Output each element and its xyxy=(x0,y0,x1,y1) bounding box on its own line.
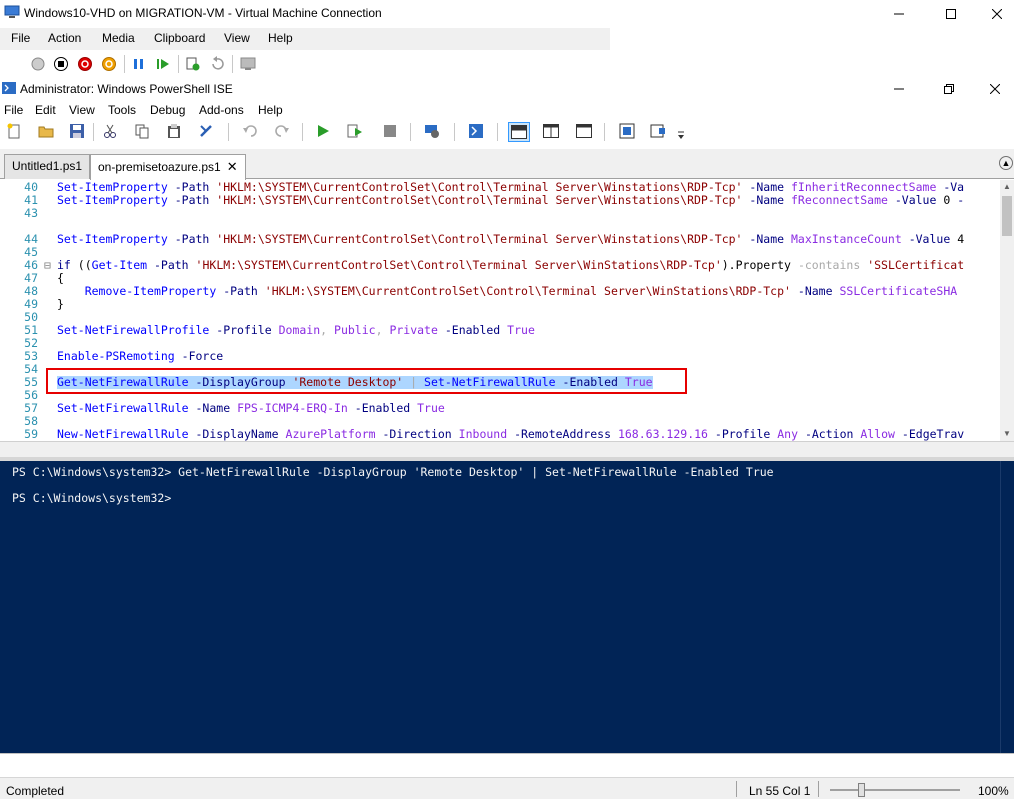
power-icon[interactable] xyxy=(101,56,117,72)
tab-close-icon[interactable]: ✕ xyxy=(227,159,238,174)
ise-menu-tools[interactable]: Tools xyxy=(108,103,136,117)
vm-menu-file[interactable]: File xyxy=(11,31,30,45)
vm-connection-icon xyxy=(4,5,20,19)
vm-close-button[interactable] xyxy=(974,0,1014,28)
copy-icon[interactable] xyxy=(134,123,150,139)
zoom-level: 100% xyxy=(978,784,1009,798)
remote-powershell-tab-icon[interactable] xyxy=(424,123,440,139)
show-script-pane-right-icon[interactable] xyxy=(543,123,559,139)
annotation-highlight-box xyxy=(46,368,687,394)
tab-label: Untitled1.ps1 xyxy=(12,159,83,173)
powershell-ise-icon xyxy=(2,81,16,95)
ise-menu-view[interactable]: View xyxy=(69,103,95,117)
scroll-up-icon[interactable]: ▲ xyxy=(1000,180,1014,194)
ise-title-bar: Administrator: Windows PowerShell ISE xyxy=(0,78,1014,100)
turn-off-icon[interactable] xyxy=(53,56,69,72)
ise-menu-debug[interactable]: Debug xyxy=(150,103,185,117)
tab-on-premisetoazure[interactable]: on-premisetoazure.ps1 ✕ xyxy=(90,154,246,180)
cursor-position: Ln 55 Col 1 xyxy=(749,784,811,798)
console-scrollbar[interactable] xyxy=(1000,461,1014,753)
undo-icon[interactable] xyxy=(242,123,258,139)
scroll-down-icon[interactable]: ▼ xyxy=(1000,427,1014,441)
redo-icon[interactable] xyxy=(274,123,290,139)
script-editor[interactable]: 40 Set-ItemProperty -Path 'HKLM:\SYSTEM\C… xyxy=(0,180,1000,441)
checkpoint-icon[interactable] xyxy=(185,56,201,72)
run-script-icon[interactable] xyxy=(315,123,331,139)
ise-toolbar xyxy=(0,119,1014,145)
script-tab-bar: Untitled1.ps1 on-premisetoazure.ps1 ✕ ▲ xyxy=(0,149,1014,180)
zoom-slider-thumb[interactable] xyxy=(858,783,865,797)
status-text: Completed xyxy=(6,784,65,798)
zoom-slider-track[interactable] xyxy=(830,789,960,791)
run-selection-icon[interactable] xyxy=(347,123,363,139)
ise-minimize-button[interactable] xyxy=(876,78,922,100)
vm-menu-view[interactable]: View xyxy=(224,31,250,45)
ise-close-button[interactable] xyxy=(972,78,1014,100)
vm-menu-clipboard[interactable]: Clipboard xyxy=(154,31,205,45)
revert-icon[interactable] xyxy=(209,56,225,72)
vm-title-bar: Windows10-VHD on MIGRATION-VM - Virtual … xyxy=(0,0,1014,28)
editor-vertical-scrollbar[interactable]: ▲ ▼ xyxy=(1000,180,1014,441)
console-line: PS C:\Windows\system32> Get-NetFirewallR… xyxy=(12,465,774,479)
console-pane[interactable]: PS C:\Windows\system32> Get-NetFirewallR… xyxy=(0,461,1000,753)
pause-icon[interactable] xyxy=(131,56,147,72)
vm-menu-help[interactable]: Help xyxy=(268,31,293,45)
vm-toolbar xyxy=(0,50,1014,78)
show-script-pane-top-icon[interactable] xyxy=(508,122,530,142)
toolbar-overflow-icon[interactable] xyxy=(676,127,686,143)
vm-maximize-button[interactable] xyxy=(928,0,974,28)
show-command-window-icon[interactable] xyxy=(619,123,635,139)
editor-horizontal-scrollbar[interactable] xyxy=(0,441,1014,457)
vm-menu-bar: File Action Media Clipboard View Help xyxy=(0,28,610,50)
collapse-script-pane-icon[interactable]: ▲ xyxy=(999,156,1013,170)
start-icon[interactable] xyxy=(155,56,171,72)
shutdown-icon[interactable] xyxy=(77,56,93,72)
console-input-strip xyxy=(0,753,1014,777)
show-script-pane-maximized-icon[interactable] xyxy=(576,123,592,139)
ise-restore-button[interactable] xyxy=(926,78,972,100)
clear-console-icon[interactable] xyxy=(198,123,214,139)
console-prompt: PS C:\Windows\system32> xyxy=(12,491,172,505)
tab-label: on-premisetoazure.ps1 xyxy=(98,160,221,174)
start-powershell-icon[interactable] xyxy=(468,123,484,139)
ise-menu-help[interactable]: Help xyxy=(258,103,283,117)
ise-menu-addons[interactable]: Add-ons xyxy=(199,103,244,117)
status-bar: Completed Ln 55 Col 1 100% xyxy=(0,777,1014,799)
enhanced-session-icon[interactable] xyxy=(240,56,256,72)
stop-operation-icon[interactable] xyxy=(382,123,398,139)
open-folder-icon[interactable] xyxy=(38,123,54,139)
save-icon[interactable] xyxy=(69,123,85,139)
show-command-addon-icon[interactable] xyxy=(650,123,666,139)
vm-window-title: Windows10-VHD on MIGRATION-VM - Virtual … xyxy=(24,6,382,20)
scroll-thumb[interactable] xyxy=(1002,196,1012,236)
new-file-icon[interactable] xyxy=(6,123,22,139)
ise-menu-bar: File Edit View Tools Debug Add-ons Help xyxy=(0,101,1014,119)
vm-menu-media[interactable]: Media xyxy=(102,31,135,45)
cut-icon[interactable] xyxy=(102,123,118,139)
ctrl-alt-del-icon[interactable] xyxy=(30,56,46,72)
tab-untitled1[interactable]: Untitled1.ps1 xyxy=(4,154,91,179)
ise-menu-edit[interactable]: Edit xyxy=(35,103,56,117)
ise-window-title: Administrator: Windows PowerShell ISE xyxy=(20,82,233,96)
vm-minimize-button[interactable] xyxy=(876,0,922,28)
vm-menu-action[interactable]: Action xyxy=(48,31,81,45)
ise-menu-file[interactable]: File xyxy=(4,103,23,117)
paste-icon[interactable] xyxy=(166,123,182,139)
